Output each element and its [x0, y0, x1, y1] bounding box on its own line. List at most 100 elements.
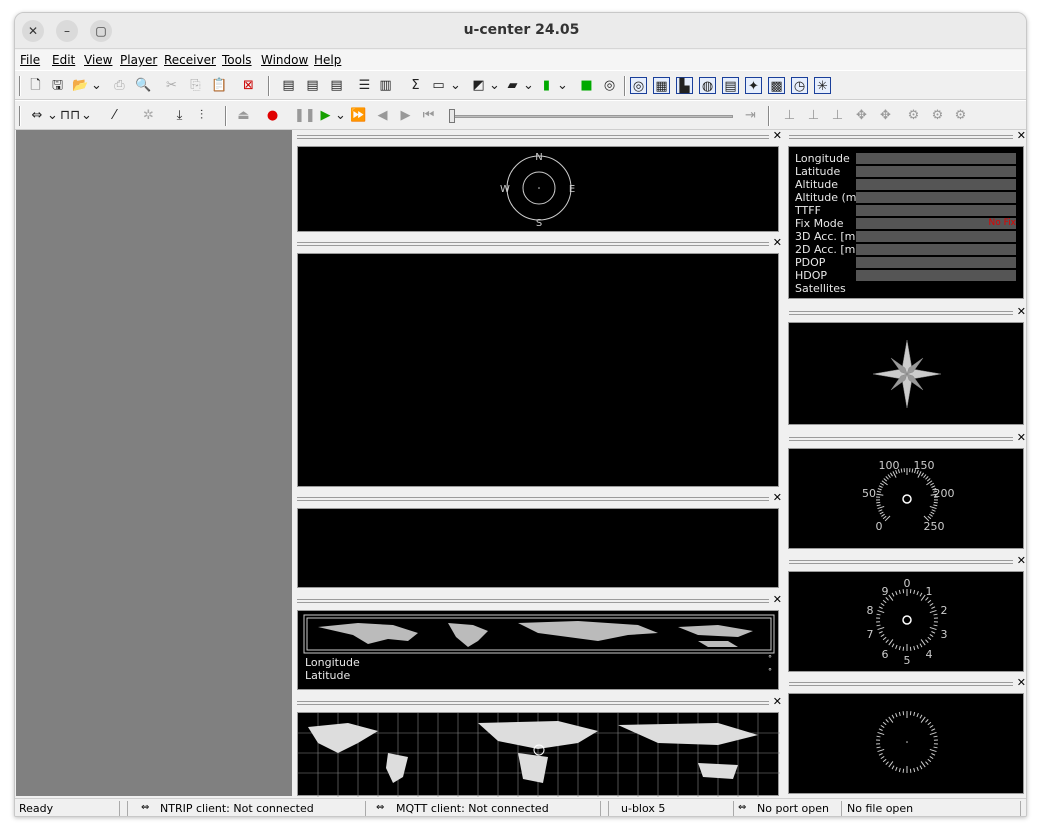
playback-slider-thumb[interactable] — [449, 109, 455, 123]
histogram-icon[interactable]: ▮ — [538, 77, 555, 94]
panel-titlebar[interactable]: ✕ — [785, 554, 1026, 568]
gnss-start-icon[interactable]: ✥ — [853, 107, 870, 124]
compass-view-icon[interactable]: ◎ — [630, 77, 647, 94]
panel-titlebar[interactable]: ✕ — [785, 129, 1026, 143]
panel-titlebar[interactable]: ✕ — [293, 593, 783, 607]
sum-icon[interactable]: Σ — [407, 77, 424, 94]
status-mqtt[interactable]: MQTT client: Not connected — [396, 802, 549, 815]
step-back-icon[interactable]: ◀ — [374, 107, 391, 124]
toolbar-grip[interactable] — [624, 76, 626, 96]
chevron-down-icon[interactable]: ⌄ — [489, 77, 500, 94]
gnss-stop-icon[interactable]: ✥ — [877, 107, 894, 124]
menu-window[interactable]: Window — [261, 53, 308, 67]
toolbar-grip[interactable] — [19, 76, 21, 96]
table-icon[interactable]: ▤ — [722, 77, 739, 94]
hot-start-icon[interactable]: ⊥ — [781, 107, 798, 124]
step-forward-icon[interactable]: ▶ — [397, 107, 414, 124]
export-icon[interactable]: ▤ — [280, 77, 297, 94]
panel-titlebar[interactable]: ✕ — [785, 305, 1026, 319]
chevron-down-icon[interactable]: ⌄ — [91, 77, 102, 94]
panel-titlebar[interactable]: ✕ — [785, 676, 1026, 690]
chevron-down-icon[interactable]: ⌄ — [81, 107, 92, 124]
chevron-down-icon[interactable]: ⌄ — [47, 107, 58, 124]
sky-view-icon[interactable]: ◎ — [601, 77, 618, 94]
settings-gear3-icon[interactable]: ⚙ — [952, 107, 969, 124]
warm-start-icon[interactable]: ⊥ — [805, 107, 822, 124]
clock-view-icon[interactable]: ◷ — [791, 77, 808, 94]
camera-icon[interactable]: ■ — [578, 77, 595, 94]
record-icon[interactable]: ● — [264, 107, 281, 124]
close-icon[interactable]: ✕ — [773, 236, 782, 249]
close-icon[interactable]: ✕ — [1017, 431, 1026, 444]
autobaud-icon[interactable]: ⁄ — [106, 107, 123, 124]
save-icon[interactable]: 🖫 — [49, 77, 66, 94]
new-icon[interactable]: 🗋 — [27, 77, 44, 94]
deviation-map-icon[interactable]: ▦ — [653, 77, 670, 94]
chevron-down-icon[interactable]: ⌄ — [523, 77, 534, 94]
connection-icon[interactable]: ⇔ — [27, 107, 47, 124]
play-icon[interactable]: ▶ — [317, 107, 334, 124]
panel-titlebar[interactable]: ✕ — [785, 431, 1026, 445]
rewind-icon[interactable]: ⏮ — [420, 107, 437, 124]
panel-titlebar[interactable]: ✕ — [293, 695, 783, 709]
message-view-icon[interactable]: ▭ — [430, 77, 447, 94]
star-compass-icon[interactable]: ✦ — [745, 77, 762, 94]
close-icon[interactable]: ✕ — [1017, 676, 1026, 689]
histogram-view-icon[interactable]: ▙ — [676, 77, 693, 94]
menu-file[interactable]: File — [20, 53, 40, 67]
table-view-icon[interactable]: ▥ — [377, 77, 394, 94]
chevron-down-icon[interactable]: ⌄ — [450, 77, 461, 94]
menu-tools[interactable]: Tools — [222, 53, 252, 67]
map-view-icon[interactable]: ▩ — [768, 77, 785, 94]
toolbar-grip[interactable] — [268, 76, 270, 96]
list-view-icon[interactable]: ☰ — [356, 77, 373, 94]
playback-slider-track[interactable] — [451, 115, 733, 118]
close-icon[interactable]: ✕ — [1017, 129, 1026, 142]
download-icon[interactable]: ⤓ — [171, 107, 188, 124]
end-icon[interactable]: ⇥ — [742, 107, 759, 124]
settings-gear-icon[interactable]: ⚙ — [905, 107, 922, 124]
close-icon[interactable]: ✕ — [773, 129, 782, 142]
menu-receiver[interactable]: Receiver — [164, 53, 216, 67]
close-icon[interactable]: ✕ — [773, 593, 782, 606]
menu-view[interactable]: View — [84, 53, 112, 67]
menu-help[interactable]: Help — [314, 53, 341, 67]
status-ntrip[interactable]: NTRIP client: Not connected — [160, 802, 314, 815]
close-icon[interactable]: ✕ — [1017, 305, 1026, 318]
chevron-down-icon[interactable]: ⌄ — [557, 77, 568, 94]
globe-icon[interactable]: ◍ — [699, 77, 716, 94]
print-icon[interactable]: ⎙ — [111, 77, 128, 94]
fast-forward-icon[interactable]: ⏩ — [350, 107, 367, 124]
configure-icon[interactable]: ⫶ — [193, 107, 210, 124]
cold-start-icon[interactable]: ⊥ — [829, 107, 846, 124]
toolbar-grip[interactable] — [768, 106, 770, 126]
close-icon[interactable]: ✕ — [773, 695, 782, 708]
close-icon[interactable]: ✕ — [773, 491, 782, 504]
debug-icon[interactable]: ✲ — [140, 107, 157, 124]
copy-icon[interactable]: ⎘ — [187, 77, 204, 94]
paste-icon[interactable]: 📋 — [211, 77, 228, 94]
clear-icon[interactable]: ⊠ — [240, 77, 257, 94]
panel-titlebar[interactable]: ✕ — [293, 129, 783, 143]
menu-player[interactable]: Player — [120, 53, 157, 67]
toolbar-grip[interactable] — [19, 106, 21, 126]
baudrate-icon[interactable]: ⊓⊓ — [60, 107, 80, 124]
status-port[interactable]: No port open — [757, 802, 829, 815]
close-icon[interactable]: ✕ — [1017, 554, 1026, 567]
chart-view-icon[interactable]: ◩ — [470, 77, 487, 94]
panel-titlebar[interactable]: ✕ — [293, 236, 783, 250]
report-icon[interactable]: ▤ — [328, 77, 345, 94]
toolbar-grip[interactable] — [225, 106, 227, 126]
settings-gear2-icon[interactable]: ⚙ — [929, 107, 946, 124]
pause-icon[interactable]: ❚❚ — [294, 107, 316, 124]
chevron-down-icon[interactable]: ⌄ — [335, 107, 346, 124]
open-icon[interactable]: 📂 — [72, 77, 89, 94]
graph-view-icon[interactable]: ▰ — [504, 77, 521, 94]
import-icon[interactable]: ▤ — [304, 77, 321, 94]
cut-icon[interactable]: ✂ — [163, 77, 180, 94]
eject-icon[interactable]: ⏏ — [235, 107, 252, 124]
speed-icon[interactable]: ✳ — [814, 77, 831, 94]
print-preview-icon[interactable]: 🔍 — [135, 77, 152, 94]
panel-titlebar[interactable]: ✕ — [293, 491, 783, 505]
menu-edit[interactable]: Edit — [52, 53, 75, 67]
